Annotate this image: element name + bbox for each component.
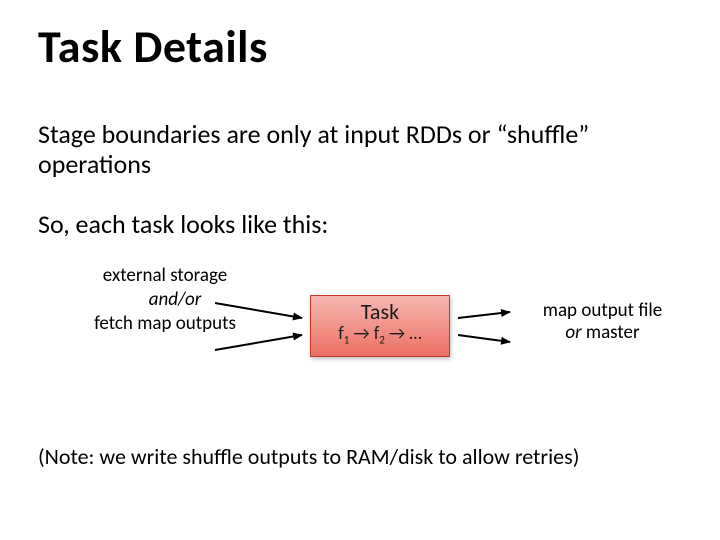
output-map-file: map output file [543, 299, 662, 322]
body-text-1: Stage boundaries are only at input RDDs … [38, 120, 658, 180]
input-andor: and/or [85, 289, 245, 311]
output-master: master [582, 321, 640, 344]
input-fetch-map-outputs: fetch map outputs [94, 312, 236, 335]
footnote: (Note: we write shuffle outputs to RAM/d… [38, 444, 698, 470]
diagram-input-label: external storage and/or fetch map output… [85, 265, 245, 335]
task-box-sequence: f1 → f2 → … [311, 324, 449, 346]
task-box: Task f1 → f2 → … [310, 295, 450, 357]
body-text-2: So, each task looks like this: [38, 210, 658, 240]
diagram-output-label: map output file or master [515, 300, 690, 344]
task-diagram: external storage and/or fetch map output… [0, 265, 720, 425]
slide-title: Task Details [38, 22, 268, 73]
output-or: or [565, 321, 581, 344]
seq-tail: → … [385, 322, 422, 344]
slide: Task Details Stage boundaries are only a… [0, 0, 720, 540]
input-external-storage: external storage [103, 264, 227, 287]
seq-arrow1: → [349, 322, 373, 344]
task-box-title: Task [311, 300, 449, 324]
